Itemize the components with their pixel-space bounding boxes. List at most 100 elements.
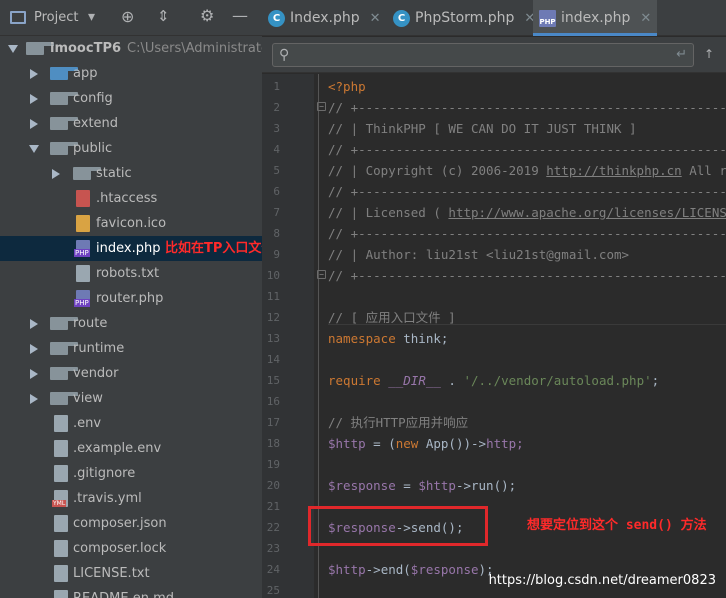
line-number: 7 <box>273 206 280 219</box>
tree-item-public[interactable]: public <box>0 136 262 161</box>
code-line-13: namespace think; <box>328 328 726 349</box>
tree-item-htaccess[interactable]: .htaccess <box>0 186 262 211</box>
editor-pane: C Index.php ✕ C PhpStorm.php ✕ PHP index.p… <box>262 0 726 598</box>
chevron-down-icon[interactable] <box>29 145 39 153</box>
tree-item-license[interactable]: LICENSE.txt <box>0 561 262 586</box>
tree-item-view[interactable]: view <box>0 386 262 411</box>
code-text: think; <box>395 331 449 346</box>
tree-item-config[interactable]: config <box>0 86 262 111</box>
keyword: namespace <box>328 331 396 346</box>
tree-item-robots[interactable]: robots.txt <box>0 261 262 286</box>
gear-icon[interactable]: ⚙ <box>200 8 214 24</box>
tree-item-label: index.php <box>96 241 161 256</box>
text-file-icon <box>54 440 68 457</box>
line-number: 18 <box>266 437 280 450</box>
tree-item-label: view <box>73 391 103 406</box>
tree-item-composer-json[interactable]: composer.json <box>0 511 262 536</box>
tree-item-runtime[interactable]: runtime <box>0 336 262 361</box>
chevron-right-icon[interactable] <box>30 319 38 329</box>
link[interactable]: http://thinkphp.cn <box>546 163 681 178</box>
project-toolbar: Project ▾ ⊕ ⇕ ⚙ — <box>0 0 262 36</box>
project-view-selector[interactable]: Project <box>34 10 78 25</box>
minimize-icon[interactable]: — <box>232 8 248 24</box>
php-file-icon <box>74 290 90 307</box>
tree-item-app[interactable]: app <box>0 61 262 86</box>
tree-item-route[interactable]: route <box>0 311 262 336</box>
link[interactable]: http://www.apache.org/licenses/LICENSE-2… <box>448 205 726 220</box>
line-number: 5 <box>273 164 280 177</box>
search-input[interactable]: ⚲ ↵ <box>272 43 694 67</box>
enter-icon[interactable]: ↵ <box>676 47 687 62</box>
fold-icon[interactable]: − <box>317 270 326 279</box>
line-number: 9 <box>273 248 280 261</box>
tree-item-label: README.en.md <box>73 586 174 598</box>
chevron-down-icon[interactable] <box>8 45 18 53</box>
chevron-down-icon[interactable]: ▾ <box>88 10 95 24</box>
variable: $response <box>328 478 396 493</box>
variable: $http <box>328 436 366 451</box>
line-number: 6 <box>273 185 280 198</box>
variable: $response <box>410 562 479 577</box>
code-line-7: // | Licensed ( http://www.apache.org/li… <box>328 202 726 223</box>
code-line-6: // +------------------------------------… <box>328 184 726 199</box>
root-name: imoocTP6 <box>50 41 122 56</box>
comment-text: All rights reserved. <box>689 163 726 178</box>
line-number: 14 <box>266 353 280 366</box>
tree-item-gitignore[interactable]: .gitignore <box>0 461 262 486</box>
folder-icon <box>50 67 78 80</box>
code-line-4: // +------------------------------------… <box>328 142 726 157</box>
locate-target-icon[interactable]: ⊕ <box>121 9 134 25</box>
chevron-right-icon[interactable] <box>30 119 38 129</box>
close-icon[interactable]: ✕ <box>370 11 381 26</box>
tab-phpstorm-php[interactable]: C PhpStorm.php ✕ <box>387 0 535 36</box>
variable: $http <box>328 562 366 577</box>
tree-item-readme-en[interactable]: README.en.md <box>0 586 262 598</box>
tree-item-label: runtime <box>73 341 125 356</box>
tree-item-label: static <box>96 166 132 181</box>
tree-item-static[interactable]: static <box>0 161 262 186</box>
tree-item-extend[interactable]: extend <box>0 111 262 136</box>
chevron-right-icon[interactable] <box>30 394 38 404</box>
htaccess-file-icon <box>76 190 90 207</box>
project-view-icon[interactable] <box>10 11 26 24</box>
chevron-right-icon[interactable] <box>30 344 38 354</box>
watermark: https://blog.csdn.net/dreamer0823 <box>488 573 716 588</box>
lock-file-icon <box>54 540 68 557</box>
code-line-2: // +------------------------------------… <box>328 100 726 115</box>
tree-item-label: composer.json <box>73 516 167 531</box>
line-number: 25 <box>266 584 280 597</box>
collapse-all-icon[interactable]: ⇕ <box>157 9 170 24</box>
chevron-right-icon[interactable] <box>30 94 38 104</box>
code-area[interactable]: 1 2 3 4 5 6 7 8 9 10 11 12 13 14 15 16 1… <box>262 74 726 598</box>
tree-item-composer-lock[interactable]: composer.lock <box>0 536 262 561</box>
ignore-file-icon <box>54 465 68 482</box>
arrow-up-icon[interactable]: ↑ <box>704 47 714 61</box>
tree-item-vendor[interactable]: vendor <box>0 361 262 386</box>
line-number: 20 <box>266 479 280 492</box>
tree-root-imooctp6[interactable]: imoocTP6 C:\Users\Administrato <box>0 36 262 61</box>
tree-item-index-php[interactable]: index.php 比如在TP入口文件下 <box>0 236 262 261</box>
tree-item-example-env[interactable]: .example.env <box>0 436 262 461</box>
tree-item-label: .gitignore <box>73 466 136 481</box>
tab-index-php-active[interactable]: PHP index.php ✕ <box>533 0 657 36</box>
search-icon[interactable]: ⚲ <box>279 47 289 63</box>
fold-icon[interactable]: − <box>317 102 326 111</box>
php-file-icon <box>74 240 90 257</box>
tree-item-travis-yml[interactable]: .travis.yml <box>0 486 262 511</box>
highlight-box <box>308 506 488 546</box>
tree-item-label: public <box>73 141 113 156</box>
tree-item-router-php[interactable]: router.php <box>0 286 262 311</box>
chevron-right-icon[interactable] <box>52 169 60 179</box>
folder-icon <box>50 142 78 155</box>
tree-item-label: route <box>73 316 108 331</box>
tree-item-favicon[interactable]: favicon.ico <box>0 211 262 236</box>
chevron-right-icon[interactable] <box>30 369 38 379</box>
chevron-right-icon[interactable] <box>30 69 38 79</box>
tree-item-env[interactable]: .env <box>0 411 262 436</box>
tree-item-label: router.php <box>96 291 164 306</box>
code-text: = <box>395 478 419 493</box>
folder-icon <box>50 117 78 130</box>
close-icon[interactable]: ✕ <box>640 11 651 26</box>
tab-index-php-class[interactable]: C Index.php ✕ <box>262 0 387 36</box>
folder-icon <box>26 42 54 55</box>
